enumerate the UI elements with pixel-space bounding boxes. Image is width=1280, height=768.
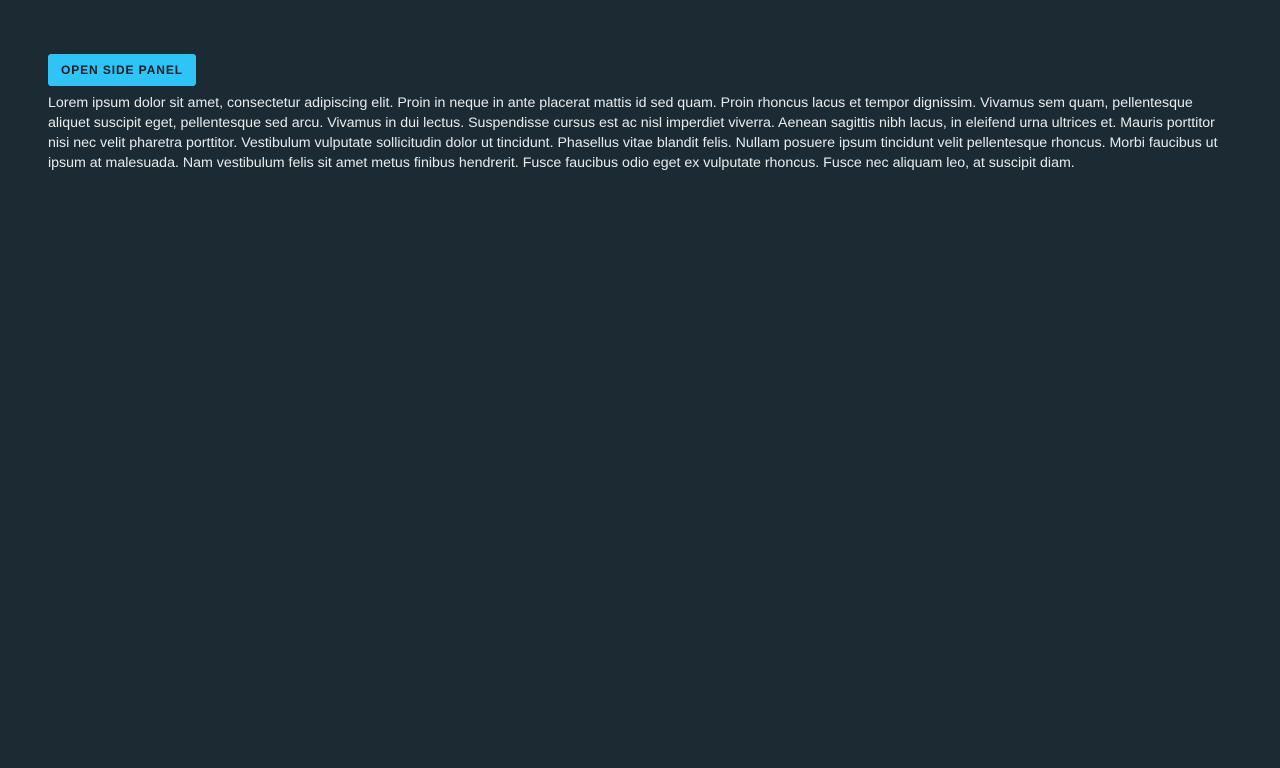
open-side-panel-button[interactable]: OPEN SIDE PANEL bbox=[48, 54, 196, 86]
body-paragraph: Lorem ipsum dolor sit amet, consectetur … bbox=[48, 95, 1218, 171]
page: OPEN SIDE PANEL Lorem ipsum dolor sit am… bbox=[0, 0, 1280, 768]
